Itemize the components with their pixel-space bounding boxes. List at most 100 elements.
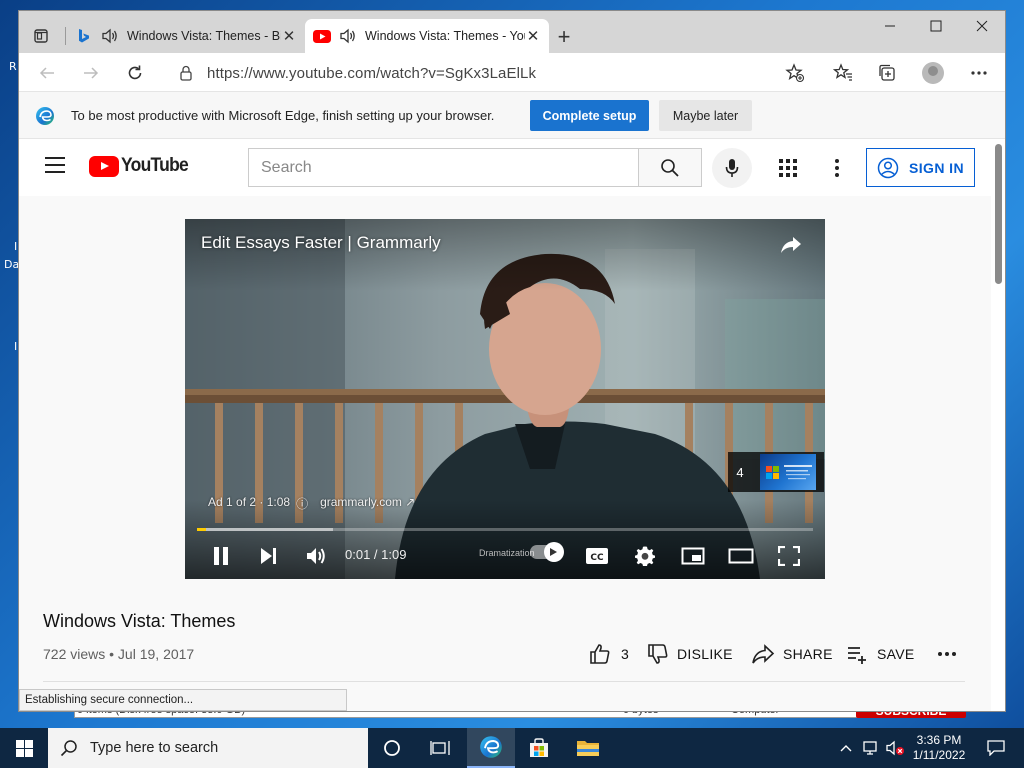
back-button[interactable] [33, 59, 61, 87]
taskbar-edge[interactable] [467, 728, 515, 768]
back-arrow-icon [39, 67, 54, 79]
favorites-icon [833, 63, 852, 81]
close-window-button[interactable] [959, 11, 1005, 41]
settings-more-button[interactable] [965, 59, 993, 87]
tab-youtube[interactable]: Windows Vista: Themes - YouTube ✕ [305, 19, 549, 53]
voice-search-button[interactable] [712, 148, 752, 188]
new-tab-button[interactable]: + [551, 24, 577, 50]
youtube-logo[interactable]: YouTube [89, 155, 194, 177]
more-actions-button[interactable] [937, 636, 957, 672]
info-icon[interactable]: ⓘ [296, 495, 308, 512]
speaker-icon[interactable] [339, 28, 357, 44]
close-icon [976, 20, 988, 32]
tab-actions-button[interactable] [29, 24, 53, 48]
theater-mode-button[interactable] [725, 542, 757, 570]
autoplay-play-icon [550, 548, 557, 556]
ad-domain-link[interactable]: grammarly.com ↗ [320, 495, 415, 512]
favorites-button[interactable] [829, 59, 857, 87]
close-tab-icon[interactable]: ✕ [281, 28, 297, 45]
next-video-thumbnail[interactable] [760, 454, 816, 490]
miniplayer-button[interactable] [677, 542, 709, 570]
desktop-icon-label[interactable]: I [14, 240, 17, 253]
close-tab-icon[interactable]: ✕ [525, 28, 541, 45]
share-icon [752, 644, 775, 664]
captions-button[interactable]: CC [581, 542, 613, 570]
complete-setup-button[interactable]: Complete setup [530, 100, 649, 131]
infobar-message: To be most productive with Microsoft Edg… [71, 108, 495, 123]
search-input[interactable] [261, 158, 638, 177]
chevron-up-icon [840, 745, 852, 752]
volume-tray-button[interactable] [884, 728, 906, 768]
taskbar-store[interactable] [515, 728, 563, 768]
share-arrow-icon[interactable] [779, 233, 803, 257]
next-video-preview[interactable]: 4 [728, 452, 824, 492]
desktop-icon-label[interactable]: Da [4, 258, 19, 271]
task-view-button[interactable] [416, 728, 464, 768]
ad-title[interactable]: Edit Essays Faster | Grammarly [201, 233, 441, 253]
show-hidden-icons-button[interactable] [836, 728, 856, 768]
add-favorite-button[interactable] [781, 59, 809, 87]
speaker-icon[interactable] [101, 28, 119, 44]
share-button[interactable]: SHARE [751, 636, 833, 672]
divider [43, 681, 965, 682]
lock-icon[interactable] [179, 65, 193, 81]
search-button[interactable] [638, 148, 702, 187]
star-add-icon [785, 63, 805, 83]
time-display: 0:01 / 1:09 [345, 547, 407, 562]
volume-button[interactable] [300, 542, 332, 570]
like-button[interactable]: 3 [589, 636, 629, 672]
cortana-button[interactable] [368, 728, 416, 768]
collections-button[interactable] [873, 59, 901, 87]
settings-button[interactable] [629, 542, 661, 570]
progress-bar[interactable] [197, 528, 813, 531]
network-button[interactable] [860, 728, 882, 768]
minimize-button[interactable] [867, 11, 913, 41]
network-icon [863, 741, 877, 755]
thumbs-up-icon [590, 644, 610, 664]
clock-time: 3:36 PM [916, 733, 962, 747]
taskbar-clock[interactable]: 3:36 PM 1/11/2022 [908, 733, 970, 763]
notification-icon [987, 740, 1005, 756]
dislike-button[interactable]: DISLIKE [647, 636, 733, 672]
progress-buffer [197, 528, 333, 531]
scroll-thumb[interactable] [995, 144, 1002, 284]
profile-button[interactable] [919, 59, 947, 87]
maximize-button[interactable] [913, 11, 959, 41]
save-label: SAVE [877, 646, 915, 662]
menu-button[interactable] [45, 157, 65, 173]
forward-button[interactable] [77, 59, 105, 87]
refresh-button[interactable] [121, 59, 149, 87]
desktop-icon-label[interactable]: R [9, 60, 17, 73]
bing-logo-icon [79, 29, 89, 43]
collections-icon [879, 64, 895, 81]
tab-separator [65, 27, 66, 45]
start-button[interactable] [0, 728, 48, 768]
svg-text:CC: CC [590, 553, 604, 563]
fullscreen-button[interactable] [773, 542, 805, 570]
video-player[interactable]: Edit Essays Faster | Grammarly Ad 1 of 2… [185, 219, 825, 579]
desktop-icon-label[interactable]: I [14, 340, 17, 353]
sign-in-button[interactable]: SIGN IN [866, 148, 975, 187]
video-title: Windows Vista: Themes [43, 611, 236, 631]
apps-grid-button[interactable] [776, 156, 800, 180]
tab-bing[interactable]: Windows Vista: Themes - Bing ✕ [69, 19, 305, 53]
taskbar-search[interactable]: Type here to search [48, 728, 368, 768]
like-count: 3 [621, 646, 630, 662]
address-bar[interactable]: https://www.youtube.com/watch?v=SgKx3LaE… [169, 59, 817, 87]
save-button[interactable]: SAVE [847, 636, 915, 672]
volume-icon [307, 548, 325, 564]
pause-button[interactable] [205, 542, 237, 570]
edge-logo-icon [36, 107, 54, 125]
taskbar-file-explorer[interactable] [564, 728, 612, 768]
next-button[interactable] [253, 542, 285, 570]
search-box[interactable] [248, 148, 639, 187]
notifications-button[interactable] [976, 728, 1016, 768]
settings-more-button[interactable] [829, 156, 845, 180]
dislike-label: DISLIKE [677, 646, 733, 662]
sign-in-label: SIGN IN [909, 159, 964, 176]
maybe-later-button[interactable]: Maybe later [659, 100, 752, 131]
forward-arrow-icon [84, 67, 99, 79]
autoplay-toggle[interactable] [530, 542, 564, 562]
url-text[interactable]: https://www.youtube.com/watch?v=SgKx3LaE… [207, 65, 536, 82]
page-scrollbar[interactable] [992, 140, 1005, 711]
